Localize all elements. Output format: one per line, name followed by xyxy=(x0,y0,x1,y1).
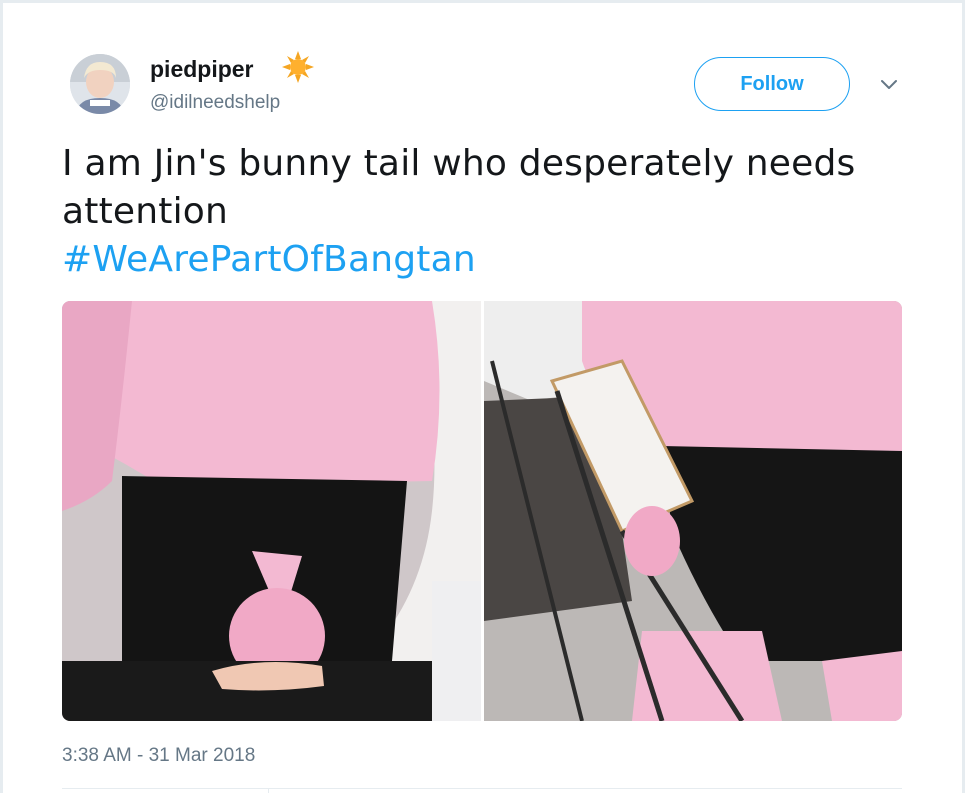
window-border-left xyxy=(0,0,3,793)
photo-right[interactable] xyxy=(484,301,902,721)
avatar[interactable] xyxy=(70,54,130,114)
sun-emoji-icon xyxy=(282,51,314,83)
follow-button[interactable]: Follow xyxy=(694,57,850,111)
media-grid xyxy=(62,301,902,721)
display-name[interactable]: piedpiper xyxy=(150,56,254,83)
chevron-down-icon[interactable] xyxy=(876,74,902,96)
profile-photo-icon xyxy=(70,54,130,114)
user-handle[interactable]: @idilneedshelp xyxy=(150,92,280,114)
window-border-top xyxy=(0,0,965,3)
divider-tick xyxy=(268,788,269,793)
tweet-text: I am Jin's bunny tail who desperately ne… xyxy=(62,140,922,284)
tweet-body: I am Jin's bunny tail who desperately ne… xyxy=(62,143,856,232)
hashtag-link[interactable]: #WeArePartOfBangtan xyxy=(62,239,476,280)
photo-left[interactable] xyxy=(62,301,481,721)
divider xyxy=(62,788,902,789)
tweet-timestamp[interactable]: 3:38 AM - 31 Mar 2018 xyxy=(62,745,255,767)
